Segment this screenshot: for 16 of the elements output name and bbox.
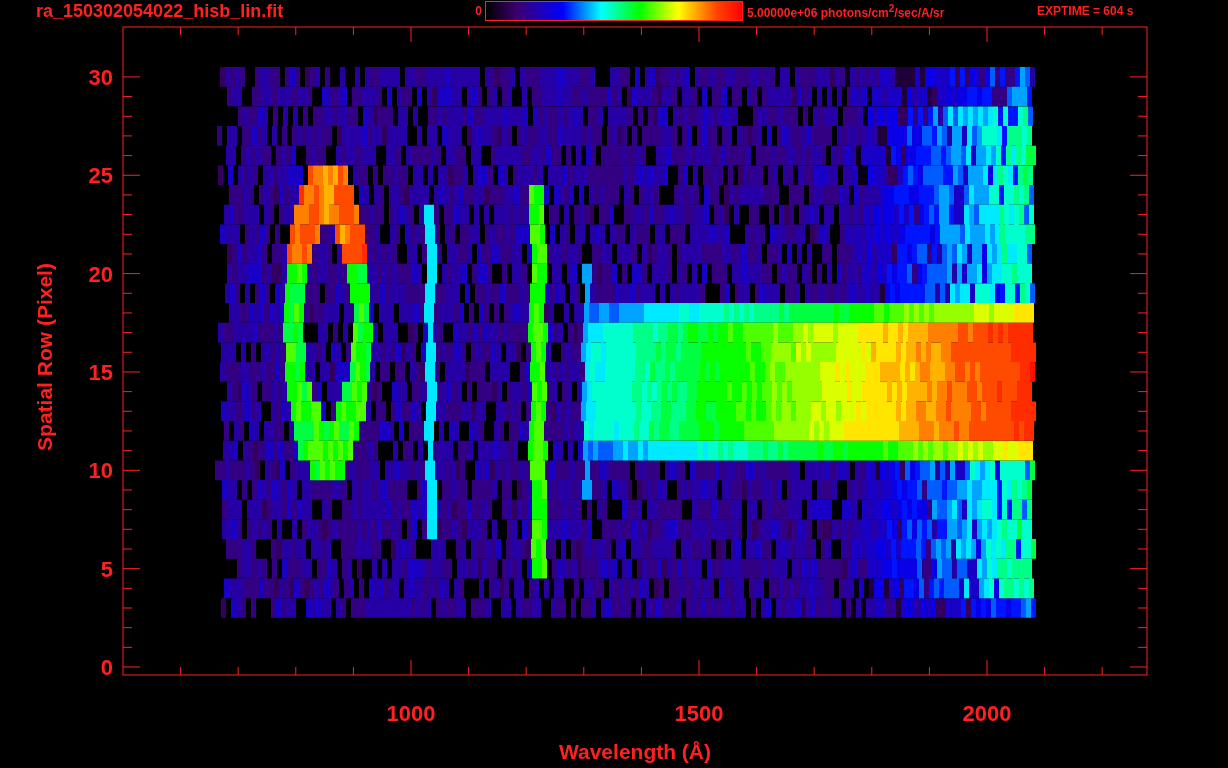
y-tick-label: 15 [88,359,113,385]
x-tick-label: 1000 [386,701,436,726]
x-tick-label: 1500 [674,701,724,726]
y-tick-label: 0 [100,655,113,680]
y-tick-label: 5 [100,556,113,582]
y-tick-label: 30 [88,64,113,90]
file-name: ra_150302054022_hisb_lin.fit [36,0,285,22]
colorbar-max-label: 5.00000e+06 photons/cm$^{2}$/sec/A/sr [747,2,946,20]
y-tick-label: 20 [88,261,113,287]
y-axis-title: Spatial Row (Pixel) [33,263,56,451]
colorbar-min-label: 0 [474,4,482,18]
x-tick-label: 2000 [962,701,1012,726]
exposure-time: EXPTIME = 604 s [1037,4,1134,18]
y-tick-label: 25 [88,163,113,189]
x-axis-title: Wavelength (Å) [558,740,712,763]
y-tick-label: 10 [88,458,113,484]
